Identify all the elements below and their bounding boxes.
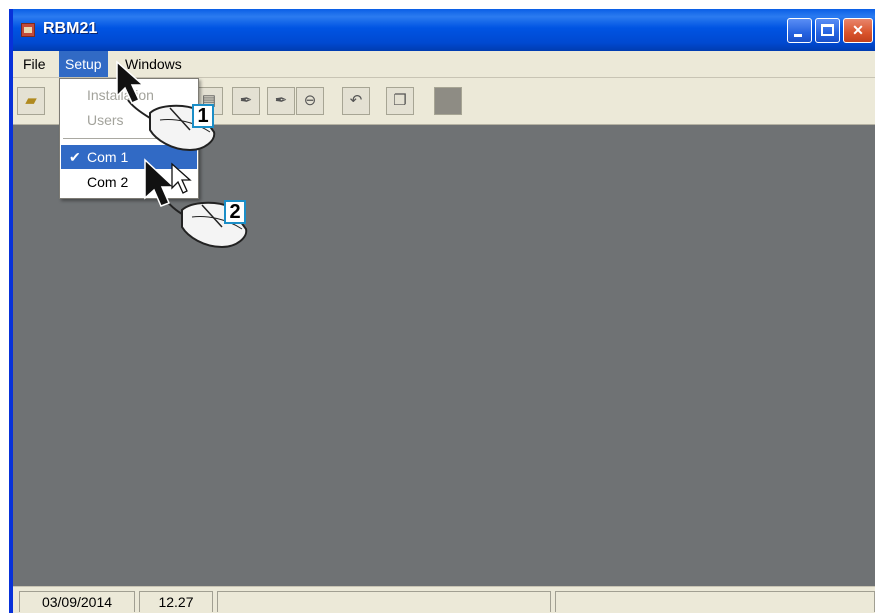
cursor-arrow-icon: [116, 60, 145, 104]
cursor-arrow-icon: [144, 158, 176, 207]
annotation-overlay: [116, 60, 248, 249]
step-callout-2: 2: [224, 200, 246, 224]
step-callout-1: 1: [192, 104, 214, 128]
cursor-pointer-icon: [171, 162, 192, 194]
